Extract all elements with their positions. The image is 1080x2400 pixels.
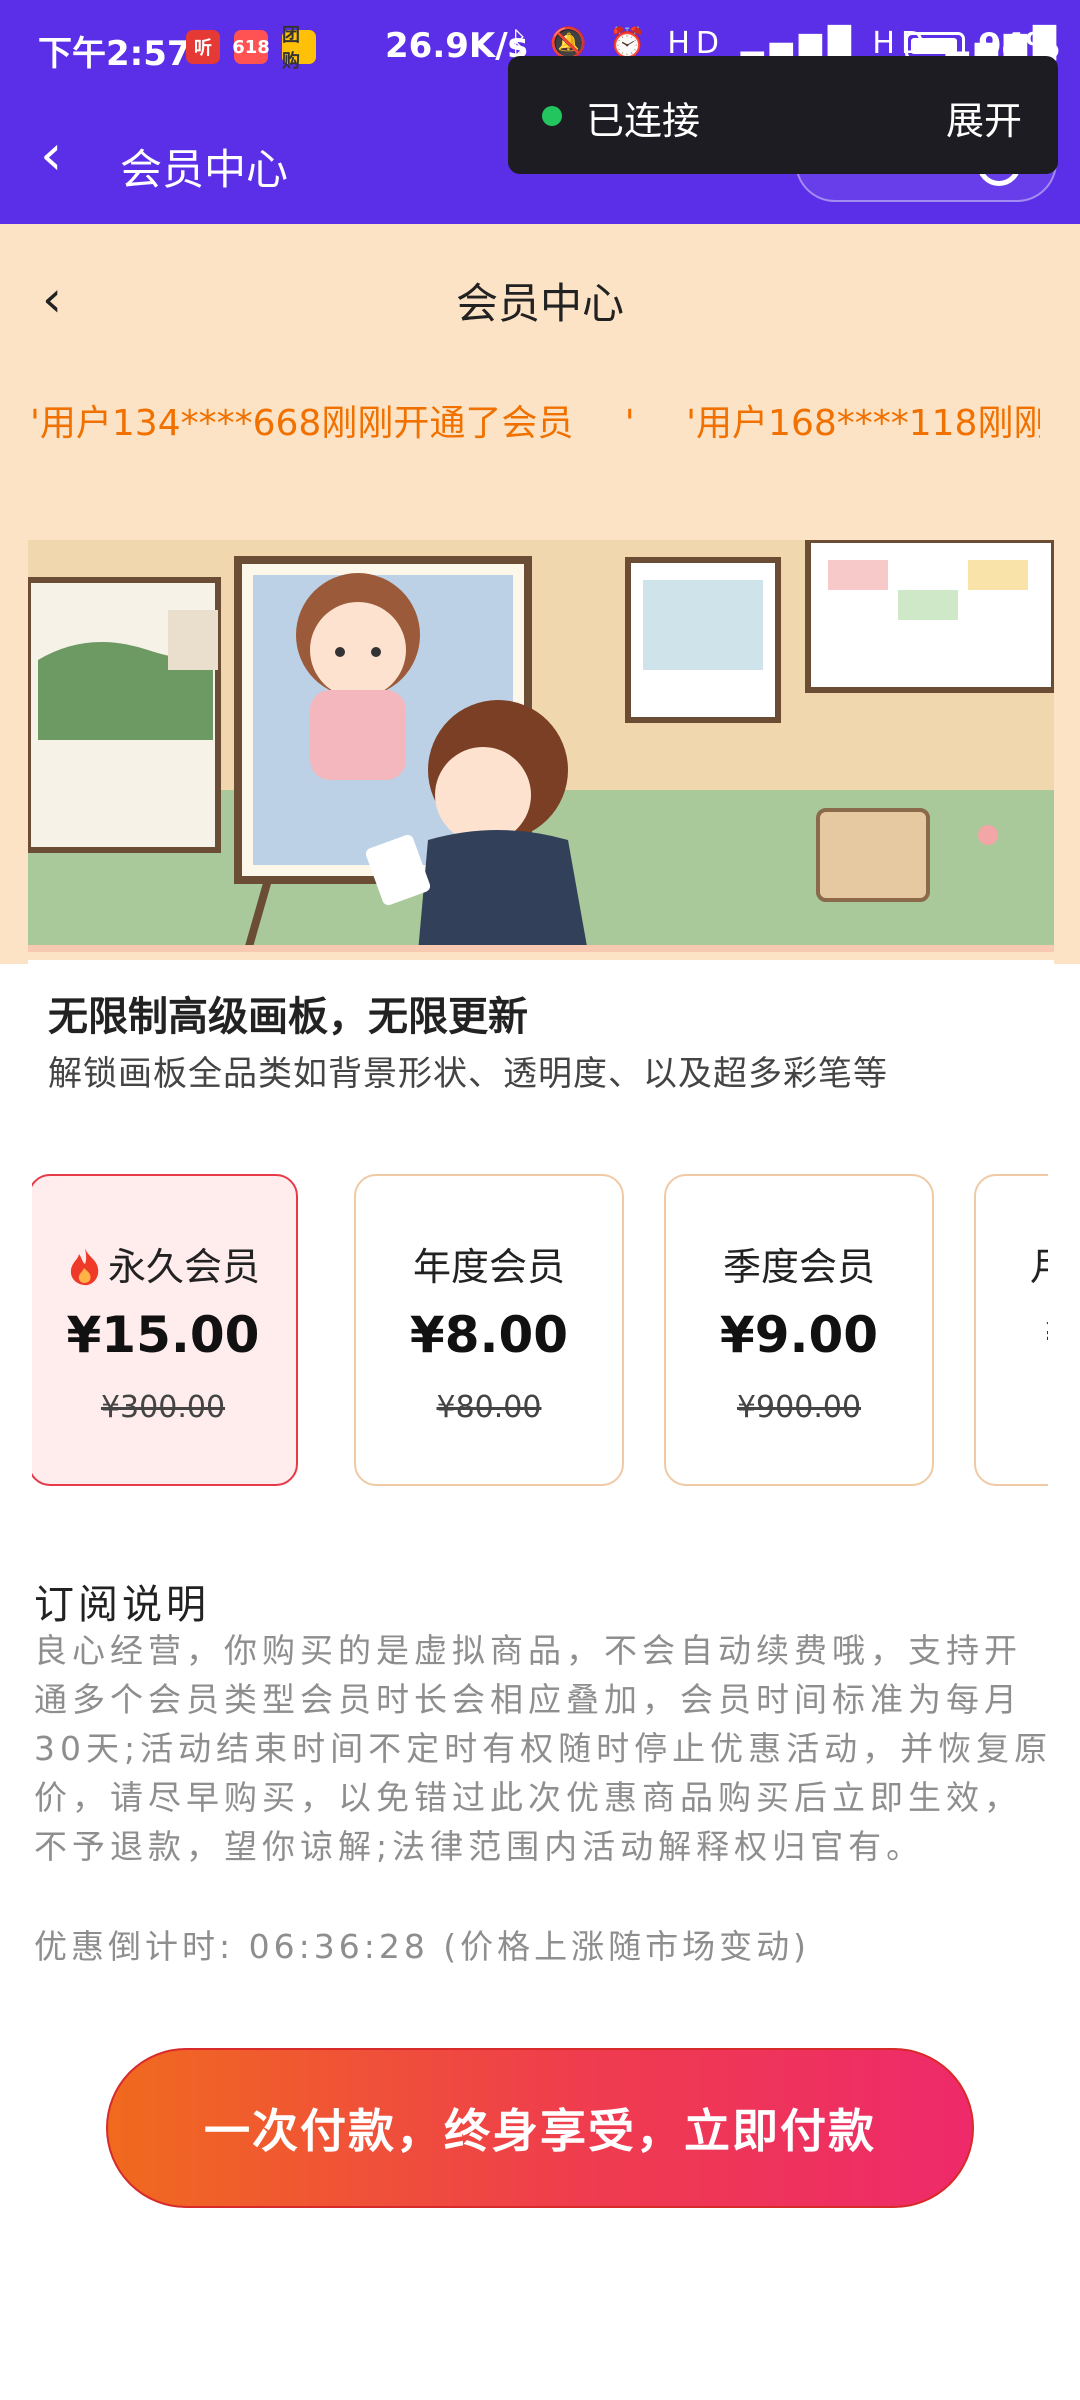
plan-original-price: ¥900.00 — [736, 1390, 862, 1425]
toast-status: 已连接 — [586, 99, 701, 143]
listen-app-icon: 听 — [186, 30, 220, 64]
ticker-item: '用户168****118刚刚 — [686, 403, 1040, 444]
ticker-item: ' — [624, 403, 635, 444]
plan-price: ¥8.00 — [409, 1306, 569, 1364]
banner-illustration — [28, 540, 1054, 952]
plan-name: 年度会员 — [412, 1245, 565, 1289]
ticker-item: '用户134****668刚刚开通了会员 — [30, 403, 574, 444]
plan-name: 永久会员 — [32, 1236, 296, 1291]
plan-price: ¥9.00 — [719, 1306, 879, 1364]
feature-title: 无限制高级画板，无限更新 — [48, 994, 528, 1040]
fire-icon — [70, 1248, 99, 1286]
plan-name: 月 — [976, 1236, 1048, 1291]
plan-price: ¥ — [976, 1316, 1048, 1356]
subscription-text: 良心经营，你购买的是虚拟商品，不会自动续费哦，支持开通多个会员类型会员时长会相应… — [34, 1631, 1053, 1866]
expand-button[interactable]: 展开 — [946, 90, 1022, 145]
purchase-ticker: '用户134****668刚刚开通了会员 ' '用户168****118刚刚 — [30, 394, 1040, 444]
plan-original-price: ¥80.00 — [436, 1390, 542, 1425]
plan-original-price: ¥300.00 — [100, 1390, 226, 1425]
page-title: 会员中心 — [120, 145, 289, 194]
plan-card-monthly[interactable]: 月 ¥ — [974, 1174, 1048, 1486]
plan-list[interactable]: 永久会员 ¥15.00 ¥300.00 年度会员 ¥8.00 ¥80.00 季度… — [32, 1172, 1048, 1492]
connected-dot-icon — [542, 106, 562, 126]
feature-description: 解锁画板全品类如背景形状、透明度、以及超多彩笔等 — [48, 1054, 888, 1094]
plan-price: ¥15.00 — [66, 1306, 260, 1364]
plan-card-yearly[interactable]: 年度会员 ¥8.00 ¥80.00 — [354, 1174, 624, 1486]
plan-card-quarterly[interactable]: 季度会员 ¥9.00 ¥900.00 — [664, 1174, 934, 1486]
feature-card: 无限制高级画板，无限更新 解锁画板全品类如背景形状、透明度、以及超多彩笔等 — [28, 960, 1054, 1102]
plan-card-lifetime[interactable]: 永久会员 ¥15.00 ¥300.00 — [32, 1174, 298, 1486]
back-icon[interactable]: ‹ — [40, 128, 62, 184]
status-time: 下午2:57 — [38, 34, 191, 74]
discount-countdown: 优惠倒计时: 06:36:28 (价格上涨随市场变动) — [34, 1927, 811, 1966]
connection-toast: 已连接 展开 — [508, 56, 1058, 174]
shopping-app-icon: 618 — [232, 30, 270, 64]
plan-name: 季度会员 — [722, 1245, 875, 1289]
inner-page-title: 会员中心 — [455, 279, 624, 328]
network-speed: 26.9K/s — [385, 26, 528, 66]
pay-now-button[interactable]: 一次付款，终身享受，立即付款 — [106, 2048, 974, 2208]
group-buy-app-icon: 团购 — [282, 25, 316, 72]
drawing-kids-illustration — [28, 540, 1054, 952]
subscription-title: 订阅说明 — [34, 1582, 210, 1628]
